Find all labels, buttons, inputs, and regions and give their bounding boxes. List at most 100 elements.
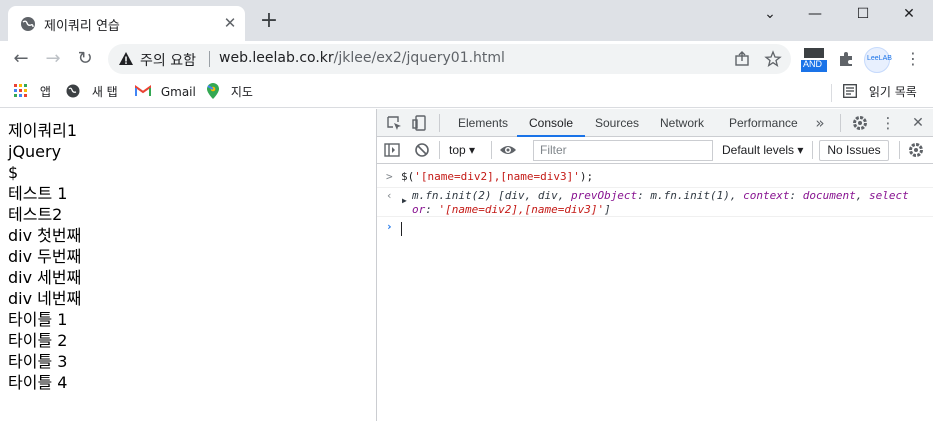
and-extension-label: AND: [803, 59, 823, 69]
page-text-line: 타이틀 3: [8, 352, 68, 371]
console-prompt[interactable]: ›: [377, 220, 933, 238]
devtools-menu-kebab-icon[interactable]: ⋮: [879, 114, 897, 132]
page-text-line: div 첫번째: [8, 226, 82, 245]
inspect-element-icon[interactable]: [385, 114, 403, 132]
and-extension-icon[interactable]: AND: [801, 48, 827, 76]
leelab-profile-avatar[interactable]: LeeLAB: [864, 47, 892, 73]
issues-button[interactable]: No Issues: [819, 140, 889, 161]
result-key-prevobject: prevObject: [570, 189, 638, 202]
result-key-selector-end: or: [412, 203, 426, 216]
settings-gear-icon[interactable]: [851, 114, 869, 132]
globe-icon: [21, 17, 35, 31]
apps-grid-icon: [14, 84, 27, 97]
more-tabs-icon[interactable]: »: [811, 114, 829, 132]
menu-kebab-icon[interactable]: ⋮: [905, 51, 921, 67]
minimize-button[interactable]: —: [795, 2, 835, 26]
tab-elements[interactable]: Elements: [458, 109, 508, 137]
console-output[interactable]: > $('[name=div2],[name=div3]'); ‹ ▶ m.fn…: [377, 164, 933, 421]
bookmark-maps[interactable]: 지도: [207, 82, 253, 102]
bookmark-new-tab[interactable]: 새 탭: [66, 82, 118, 102]
maps-pin-icon: [207, 83, 219, 99]
security-label[interactable]: 주의 요함: [140, 50, 196, 70]
console-filter-input[interactable]: Filter: [533, 140, 713, 161]
input-code-string: '[name=div2],[name=div3]': [414, 170, 580, 183]
expand-triangle-icon[interactable]: ▶: [402, 196, 407, 205]
result-mid-1: : m.fn.init(1),: [637, 189, 744, 202]
devtools-divider: [491, 141, 492, 159]
tab-close-icon[interactable]: ✕: [221, 14, 239, 32]
result-head: m.fn.init(2) [div, div,: [412, 189, 571, 202]
bookmark-star-icon[interactable]: [764, 50, 782, 68]
device-toolbar-icon[interactable]: [411, 114, 429, 132]
sidebar-toggle-icon[interactable]: [383, 141, 401, 159]
page-text-line: 타이틀 1: [8, 310, 68, 329]
tab-search-icon[interactable]: ⌄: [750, 2, 790, 26]
back-button[interactable]: ←: [10, 48, 32, 70]
console-settings-gear-icon[interactable]: [907, 141, 925, 159]
page-text-line: 테스트2: [8, 205, 63, 224]
tab-console[interactable]: Console: [517, 109, 586, 137]
result-key-context: context: [743, 189, 790, 202]
tab-sources[interactable]: Sources: [595, 109, 639, 137]
page-content: 제이쿼리1 jQuery $ 테스트 1 테스트2 div 첫번째 div 두번…: [8, 120, 81, 393]
input-code-suffix: );: [579, 170, 594, 183]
globe-icon: [66, 84, 80, 98]
input-chevron-icon: >: [386, 170, 393, 183]
new-tab-button[interactable]: +: [258, 10, 280, 32]
input-code-prefix: $(: [401, 170, 415, 183]
bookmarks-bar: 앱 새 탭 Gmail 지도 읽기 목록: [0, 78, 933, 108]
reading-list-button[interactable]: 읽기 목록: [843, 82, 917, 102]
console-toolbar: top ▾ Filter Default levels ▾ No Issues: [377, 137, 933, 164]
context-selector[interactable]: top ▾: [449, 140, 475, 161]
puzzle-icon[interactable]: [838, 51, 854, 67]
bookmark-apps-label: 앱: [39, 85, 51, 99]
page-text-line: jQuery: [8, 142, 62, 161]
result-end: ]: [604, 203, 611, 216]
reload-button[interactable]: ↻: [74, 48, 96, 70]
url-host: web.leelab.co.kr: [219, 50, 334, 66]
console-result-text: m.fn.init(2) [div, div, prevObject: m.fn…: [412, 189, 912, 217]
clear-console-icon[interactable]: [413, 141, 431, 159]
live-expression-eye-icon[interactable]: [499, 141, 517, 159]
devtools-tab-bar: Elements Console Sources Network Perform…: [377, 109, 933, 137]
console-result-entry[interactable]: ‹ ▶ m.fn.init(2) [div, div, prevObject: …: [377, 189, 933, 217]
share-icon[interactable]: [733, 50, 751, 68]
bookmark-gmail[interactable]: Gmail: [135, 82, 196, 102]
prompt-chevron-icon: ›: [386, 220, 393, 233]
page-text-line: 제이쿼리1: [8, 121, 78, 140]
page-text-line: 테스트 1: [8, 184, 68, 203]
bookmark-apps[interactable]: 앱: [14, 82, 51, 102]
omnibox-divider: [209, 51, 210, 67]
leelab-label: LeeLAB: [867, 55, 892, 62]
page-viewport: 제이쿼리1 jQuery $ 테스트 1 테스트2 div 첫번째 div 두번…: [0, 109, 376, 421]
close-window-button[interactable]: ✕: [889, 2, 929, 26]
devtools-divider: [840, 114, 841, 132]
page-text-line: div 두번째: [8, 247, 82, 266]
reading-list-icon: [843, 84, 857, 98]
browser-toolbar: ← → ↻ 주의 요함 web.leelab.co.kr/jklee/ex2/j…: [0, 41, 933, 78]
page-text-line: $: [8, 163, 19, 182]
result-context-value: document: [802, 189, 856, 202]
bookmarks-divider: [831, 84, 832, 102]
tab-performance[interactable]: Performance: [729, 109, 798, 137]
url-text[interactable]: web.leelab.co.kr/jklee/ex2/jquery01.html: [219, 50, 505, 66]
devtools-divider: [439, 141, 440, 159]
bookmark-new-tab-label: 새 탭: [91, 85, 118, 99]
result-key-selector-start: select: [869, 189, 909, 202]
log-levels-dropdown[interactable]: Default levels ▾: [722, 140, 803, 161]
warning-icon[interactable]: [118, 51, 134, 67]
browser-tab[interactable]: 제이쿼리 연습 ✕: [8, 6, 245, 41]
page-text-line: 타이틀 2: [8, 331, 68, 350]
close-devtools-icon[interactable]: ✕: [909, 114, 927, 132]
devtools-divider: [812, 141, 813, 159]
address-bar[interactable]: 주의 요함 web.leelab.co.kr/jklee/ex2/jquery0…: [108, 44, 791, 74]
maximize-button[interactable]: ☐: [843, 2, 883, 26]
result-mid-3: ,: [855, 189, 869, 202]
result-selector-string: '[name=div2],[name=div3]': [438, 203, 605, 216]
tab-network[interactable]: Network: [660, 109, 704, 137]
result-mid-4: :: [425, 203, 439, 216]
forward-button[interactable]: →: [42, 48, 64, 70]
reading-list-label: 읽기 목록: [868, 85, 917, 99]
text-cursor: [401, 222, 402, 236]
console-input-text: $('[name=div2],[name=div3]');: [401, 170, 593, 183]
